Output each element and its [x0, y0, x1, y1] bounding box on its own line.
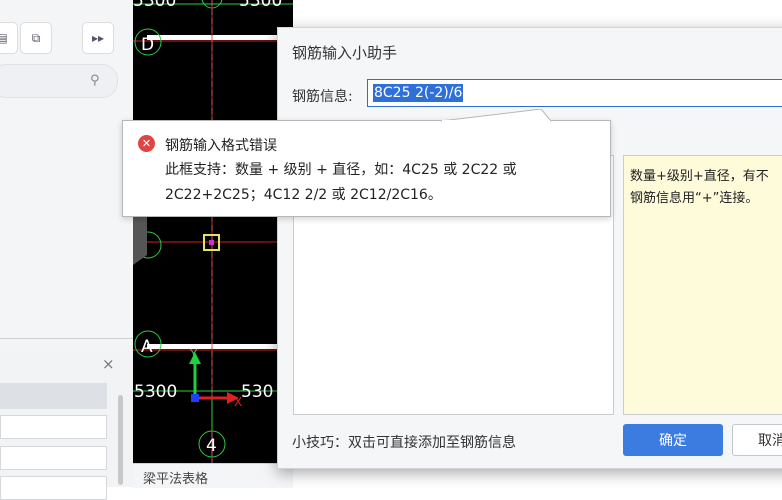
scrollbar[interactable]	[118, 395, 123, 485]
axis-label-4: 4	[206, 436, 217, 456]
bottom-tab-label: 梁平法表格	[143, 472, 209, 487]
help-line-1: 数量+级别+直径，有不	[630, 169, 769, 184]
error-icon: ✕	[138, 135, 155, 152]
rebar-input-dialog: 钢筋输入小助手 钢筋信息: 8C25 2(-2)/6 数量+级别+直径，有不 钢…	[277, 27, 782, 469]
tooltip-pointer	[441, 109, 551, 122]
search-icon[interactable]: ⚲	[90, 73, 104, 88]
cancel-button[interactable]: 取消	[732, 424, 782, 456]
error-message-line-1: 此框支持：数量 + 级别 + 直径，如：4C25 或 2C22 或	[165, 162, 517, 178]
table-row[interactable]	[0, 415, 107, 439]
panel-divider	[0, 338, 133, 339]
table-row[interactable]	[0, 476, 107, 500]
dim-text-top-2: 5300	[239, 0, 282, 11]
rebar-info-input[interactable]: 8C25 2(-2)/6	[367, 79, 782, 107]
error-tooltip: ✕ 钢筋输入格式错误 此框支持：数量 + 级别 + 直径，如：4C25 或 2C…	[122, 109, 611, 217]
cad-canvas[interactable]: 5300 5300 D A 4 5300 530 Y X	[133, 0, 293, 487]
help-text: 数量+级别+直径，有不 钢筋信息用“+”连接。	[630, 166, 782, 210]
tip-text: 小技巧：双击可直接添加至钢筋信息	[292, 435, 516, 451]
layer-icon[interactable]: ▤	[0, 22, 18, 54]
rebar-info-value: 8C25 2(-2)/6	[373, 84, 464, 102]
ucs-origin	[191, 394, 199, 402]
axis-label-a: A	[141, 337, 153, 357]
ucs-x-label: X	[234, 395, 242, 409]
forward-icon[interactable]: ▸▸	[82, 22, 114, 54]
table-row[interactable]	[0, 446, 107, 470]
beam-top	[147, 35, 293, 40]
ucs-y-label: Y	[189, 347, 198, 361]
selected-row[interactable]	[0, 383, 107, 409]
dim-text-top-1: 5300	[133, 0, 176, 11]
beam-bottom	[147, 344, 293, 349]
dim-text-right: 530	[241, 382, 273, 402]
help-line-2: 钢筋信息用“+”连接。	[630, 191, 759, 206]
left-panel: ▤ ⧉ ▸▸ ⚲ ×	[0, 0, 134, 500]
rebar-info-label: 钢筋信息:	[292, 89, 353, 105]
error-title: 钢筋输入格式错误	[165, 138, 277, 154]
copy-icon[interactable]: ⧉	[20, 22, 52, 54]
bottom-tab[interactable]: 梁平法表格	[133, 463, 293, 488]
error-message-line-2: 2C22+2C25；4C12 2/2 或 2C12/2C16。	[165, 187, 442, 203]
ok-button[interactable]: 确定	[623, 424, 723, 456]
column-center	[209, 240, 214, 245]
close-icon[interactable]: ×	[102, 355, 115, 373]
help-box: 数量+级别+直径，有不 钢筋信息用“+”连接。	[623, 155, 782, 415]
dialog-title: 钢筋输入小助手	[292, 44, 398, 62]
cad-drawing: 5300 5300 D A 4 5300 530 Y X	[133, 0, 293, 487]
dim-text-left: 5300	[134, 382, 177, 402]
axis-label-d: D	[141, 35, 154, 55]
